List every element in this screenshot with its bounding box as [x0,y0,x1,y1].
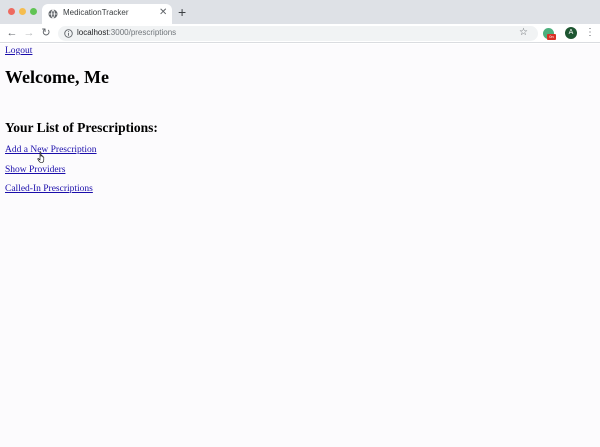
prescriptions-heading: Your List of Prescriptions: [5,120,158,135]
tab-title: MedicationTracker [63,8,129,17]
window-maximize-button[interactable] [30,8,37,15]
forward-button[interactable]: → [22,26,36,40]
browser-tabstrip: MedicationTracker ✕ + [0,0,600,24]
logout-link[interactable]: Logout [5,46,32,56]
reload-button[interactable]: ↻ [39,26,53,40]
hand-cursor-icon [37,151,45,163]
show-providers-link[interactable]: Show Providers [5,165,65,175]
url-path: :3000/prescriptions [108,28,177,37]
profile-avatar[interactable]: A [565,27,577,39]
globe-icon [48,9,58,19]
info-icon[interactable] [64,29,73,38]
url-host: localhost [77,28,109,37]
extension-badge: 0n [547,34,556,40]
tab-close-icon[interactable]: ✕ [159,7,167,19]
bookmark-star-icon[interactable]: ☆ [519,27,528,39]
browser-tab[interactable]: MedicationTracker ✕ [42,4,172,24]
url-text: localhost:3000/prescriptions [77,28,176,37]
address-bar[interactable]: localhost:3000/prescriptions ☆ [58,26,538,41]
browser-menu-icon[interactable]: ⋮ [585,26,595,40]
back-button[interactable]: ← [5,26,19,40]
browser-toolbar: ← → ↻ localhost:3000/prescriptions ☆ 0n … [0,24,600,43]
called-in-prescriptions-link[interactable]: Called-In Prescriptions [5,184,93,194]
welcome-heading: Welcome, Me [5,67,109,87]
window-minimize-button[interactable] [19,8,26,15]
new-tab-button[interactable]: + [178,5,186,19]
add-prescription-link[interactable]: Add a New Prescription [5,145,97,155]
window-close-button[interactable] [8,8,15,15]
page-content: Logout Welcome, Me Your List of Prescrip… [0,44,600,447]
